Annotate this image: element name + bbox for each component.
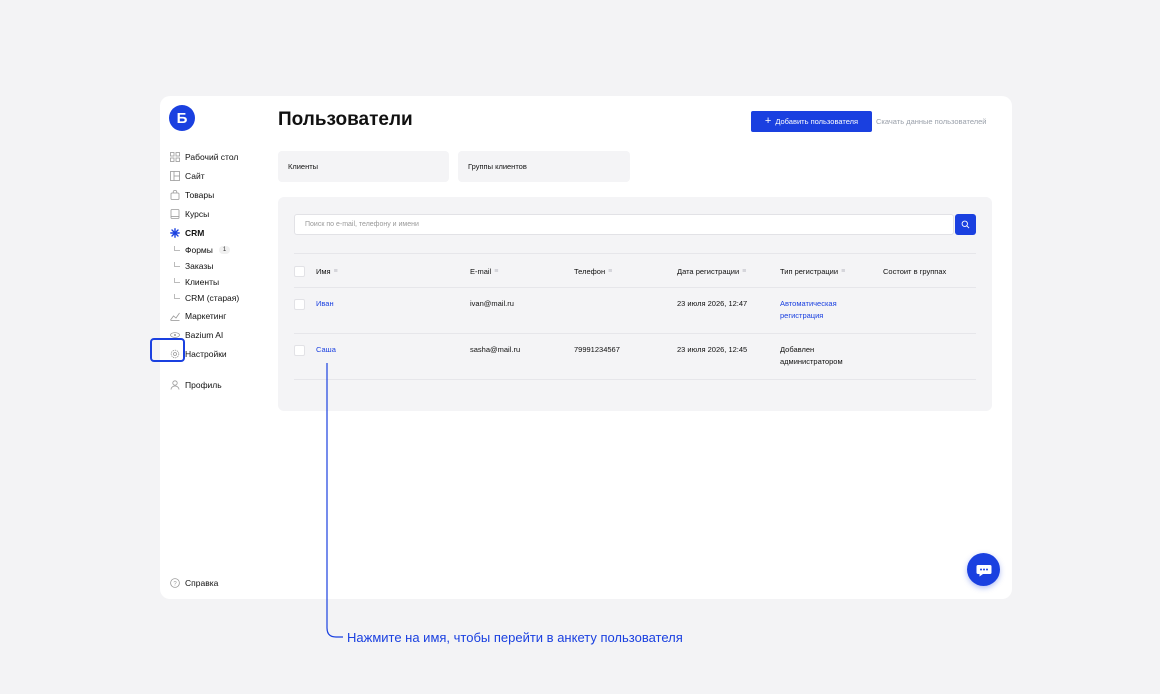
sidebar-item-ai[interactable]: Bazium AI [170, 325, 270, 344]
column-header-name[interactable]: Имя ≡ [316, 266, 338, 278]
table-row: Иван ivan@mail.ru 23 июля 2026, 12:47 Ав… [294, 288, 976, 334]
sidebar-item-courses[interactable]: Курсы [170, 204, 270, 223]
sort-icon: ≡ [494, 268, 499, 275]
sub-arrow-icon [174, 278, 180, 283]
callout-annotation: Нажмите на имя, чтобы перейти в анкету п… [347, 630, 683, 645]
user-reg-date: 23 июля 2026, 12:45 [677, 345, 748, 354]
reg-type-link[interactable]: Автоматическая регистрация [780, 298, 837, 322]
column-header-reg-date[interactable]: Дата регистрации ≡ [677, 266, 746, 278]
sidebar-item-label: Маркетинг [185, 310, 227, 321]
search-button[interactable] [955, 214, 976, 235]
search-placeholder: Поиск по e-mail, телефону и имени [305, 221, 419, 228]
help-label: Справка [185, 578, 219, 588]
tab-clients[interactable]: Клиенты [278, 151, 449, 182]
sidebar-item-products[interactable]: Товары [170, 185, 270, 204]
sidebar-item-label: Товары [185, 189, 215, 200]
sidebar-item-crm[interactable]: CRM [170, 223, 270, 242]
tab-client-groups[interactable]: Группы клиентов [458, 151, 630, 182]
help-icon: ? [170, 578, 180, 588]
chat-icon [976, 564, 991, 576]
sidebar-item-label: Bazium AI [185, 329, 224, 340]
table-header: Имя ≡ E-mail ≡ Телефон ≡ Дата регистрации ≡ … [294, 253, 976, 288]
user-reg-date: 23 июля 2026, 12:47 [677, 299, 748, 308]
user-name-link[interactable]: Саша [316, 344, 336, 356]
column-header-reg-type[interactable]: Тип регистрации ≡ [780, 266, 845, 278]
main-window: Б Рабочий стол Сайт Товары Курсы CRM Фор… [160, 96, 1012, 599]
select-all-checkbox[interactable] [294, 266, 305, 277]
sidebar-subitem-label: Формы [185, 245, 213, 255]
sidebar-item-label: Курсы [185, 208, 210, 219]
search-icon [961, 220, 970, 229]
sidebar-item-dashboard[interactable]: Рабочий стол [170, 147, 270, 166]
sidebar-subitem-forms[interactable]: Формы 1 [170, 242, 270, 258]
app-logo[interactable]: Б [169, 105, 195, 131]
users-panel: Поиск по e-mail, телефону и имени Имя ≡ E… [278, 197, 992, 411]
add-user-label: Добавить пользователя [775, 117, 859, 126]
user-email: sasha@mail.ru [470, 345, 521, 354]
sidebar-item-profile[interactable]: Профиль [170, 375, 270, 394]
user-email: ivan@mail.ru [470, 299, 514, 308]
sub-arrow-icon [174, 294, 180, 299]
sidebar-item-label: Сайт [185, 170, 205, 181]
highlight-box [150, 338, 185, 362]
sidebar-subitem-orders[interactable]: Заказы [170, 258, 270, 274]
sort-icon: ≡ [742, 268, 747, 275]
column-header-phone[interactable]: Телефон ≡ [574, 266, 612, 278]
page-title: Пользователи [278, 109, 413, 130]
sidebar-subitem-clients[interactable]: Клиенты [170, 274, 270, 290]
count-badge: 1 [218, 246, 231, 254]
download-users-link[interactable]: Скачать данные пользователей [876, 117, 986, 126]
row-checkbox[interactable] [294, 299, 305, 310]
sort-icon: ≡ [333, 268, 338, 275]
sort-icon: ≡ [608, 268, 613, 275]
sidebar-subitem-label: CRM (старая) [185, 293, 240, 303]
marketing-icon [170, 311, 180, 321]
row-checkbox[interactable] [294, 345, 305, 356]
dashboard-icon [170, 151, 180, 162]
user-name-link[interactable]: Иван [316, 298, 334, 310]
column-header-email[interactable]: E-mail ≡ [470, 266, 498, 278]
site-icon [170, 170, 180, 181]
book-icon [170, 208, 180, 219]
sidebar: Рабочий стол Сайт Товары Курсы CRM Формы… [170, 147, 270, 394]
plus-icon: + [764, 115, 772, 127]
sidebar-item-marketing[interactable]: Маркетинг [170, 306, 270, 325]
user-icon [170, 379, 180, 390]
sort-icon: ≡ [841, 268, 846, 275]
sidebar-item-site[interactable]: Сайт [170, 166, 270, 185]
sidebar-subitem-crm-old[interactable]: CRM (старая) [170, 290, 270, 306]
svg-text:?: ? [173, 581, 177, 587]
table-row: Саша sasha@mail.ru 79991234567 23 июля 2… [294, 334, 976, 380]
sidebar-item-label: Профиль [185, 379, 222, 390]
sidebar-subitem-label: Заказы [185, 261, 214, 271]
bag-icon [170, 189, 180, 200]
sub-arrow-icon [174, 246, 180, 251]
sidebar-item-label: Настройки [185, 348, 227, 359]
sidebar-item-help[interactable]: ? Справка [170, 578, 218, 588]
sub-arrow-icon [174, 262, 180, 267]
column-header-groups: Состоит в группах [883, 267, 947, 276]
crm-icon [170, 227, 180, 238]
chat-button[interactable] [967, 553, 1000, 586]
reg-type: Добавлен администратором [780, 345, 843, 366]
sidebar-subitem-label: Клиенты [185, 277, 220, 287]
search-input[interactable]: Поиск по e-mail, телефону и имени [294, 214, 954, 235]
sidebar-item-label: Рабочий стол [185, 151, 239, 162]
user-phone: 79991234567 [574, 345, 620, 354]
sidebar-item-label: CRM [185, 227, 205, 238]
sidebar-item-settings[interactable]: Настройки [170, 344, 270, 363]
add-user-button[interactable]: + Добавить пользователя [751, 111, 872, 132]
